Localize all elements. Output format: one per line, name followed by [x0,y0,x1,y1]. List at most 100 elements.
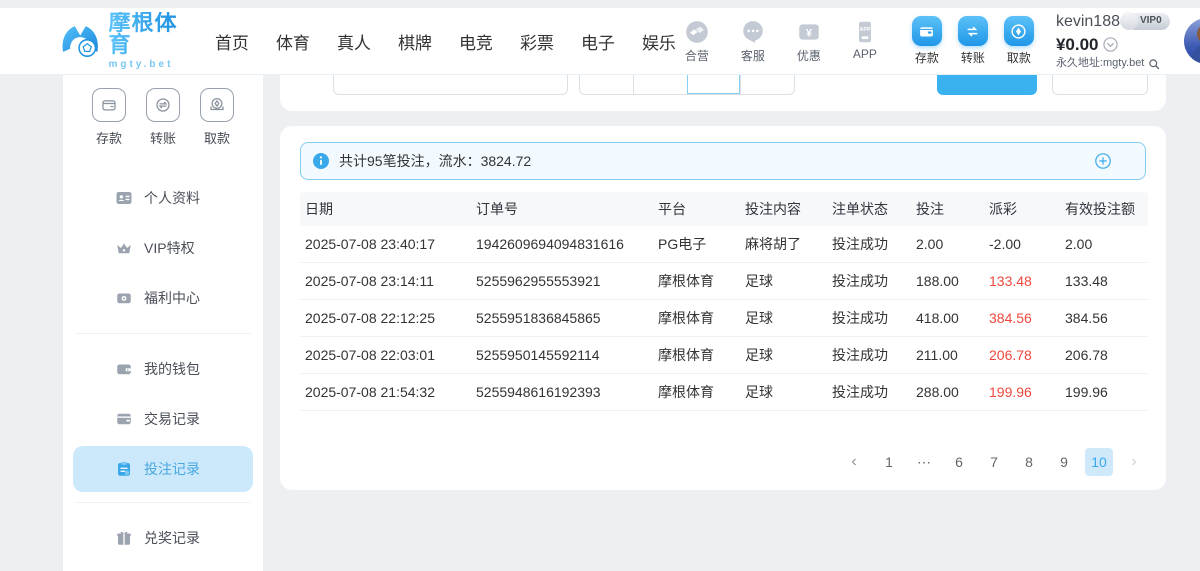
withdraw-button[interactable]: 取款 [1004,16,1034,66]
sidebar-deposit-button[interactable]: 存款 [92,88,126,147]
date-range-input[interactable] [333,75,568,95]
date-tab-2[interactable] [633,75,687,94]
sidebar-withdraw-button[interactable]: 取款 [200,88,234,147]
svg-text:¥: ¥ [806,27,812,39]
cell-order-id: 1942609694094831616 [471,236,653,252]
username[interactable]: kevin188 [1056,12,1120,32]
pagination-page-10-active[interactable]: 10 [1085,448,1113,476]
promo-icon: ¥ [796,19,822,45]
cell-status: 投注成功 [827,234,911,254]
promotions-button[interactable]: ¥ 优惠 [788,19,830,64]
table-row: 2025-07-08 23:14:11 5255962955553921 摩根体… [300,263,1148,300]
cell-platform: 摩根体育 [653,308,740,328]
cell-bet-content: 足球 [740,308,827,328]
logo-football-icon [60,20,100,62]
search-icon[interactable] [1148,58,1160,70]
bet-records-icon [115,460,133,478]
nav-live-casino[interactable]: 真人 [337,29,371,54]
cell-bet-content: 足球 [740,382,827,402]
vip-badge: VIP0 [1126,13,1170,30]
col-valid-bet: 有效投注额 [1060,199,1148,219]
permanent-address: 永久地址:mgty.bet [1056,57,1144,71]
deposit-outline-icon [92,88,126,122]
svg-text:APP: APP [859,26,871,32]
nav-esports[interactable]: 电竞 [459,29,493,54]
wallet-icon [115,360,133,378]
pagination-page-1[interactable]: 1 [875,448,903,476]
pagination-page-9[interactable]: 9 [1050,448,1078,476]
menu-separator [75,502,251,503]
balance-refresh-chevron-icon[interactable] [1103,37,1118,52]
nav-home[interactable]: 首页 [215,29,249,54]
table-row: 2025-07-08 22:12:25 5255951836845865 摩根体… [300,300,1148,337]
sidebar-transfer-button[interactable]: 转账 [146,88,180,147]
cell-status: 投注成功 [827,308,911,328]
customer-service-button[interactable]: 客服 [732,19,774,64]
pagination-prev[interactable]: ‹ [840,448,868,476]
welfare-icon [115,289,133,307]
transfer-button[interactable]: 转账 [958,16,988,66]
table-row: 2025-07-08 22:03:01 5255950145592114 摩根体… [300,337,1148,374]
cell-order-id: 5255948616192393 [471,384,653,400]
cell-status: 投注成功 [827,271,911,291]
summary-text: 共计95笔投注，流水：3824.72 [339,151,531,171]
pagination-page-8[interactable]: 8 [1015,448,1043,476]
pagination-ellipsis[interactable]: ⋯ [910,448,938,476]
summary-bar: 共计95笔投注，流水：3824.72 [300,142,1146,180]
date-tab-1[interactable] [580,75,633,94]
nav-entertainment[interactable]: 娱乐 [642,29,676,54]
cell-valid-bet: 2.00 [1060,236,1148,252]
cell-platform: 摩根体育 [653,345,740,365]
nav-lottery[interactable]: 彩票 [520,29,554,54]
app-download-button[interactable]: APP APP [844,19,886,64]
cell-stake: 2.00 [911,236,984,252]
query-button[interactable] [937,75,1037,95]
sidebar-item-prize-records[interactable]: 兑奖记录 [63,513,263,563]
pagination-page-6[interactable]: 6 [945,448,973,476]
pagination-page-7[interactable]: 7 [980,448,1008,476]
nav-sports[interactable]: 体育 [276,29,310,54]
sidebar-item-bet-records[interactable]: 投注记录 [73,446,253,492]
sidebar-item-welfare[interactable]: 福利中心 [63,273,263,323]
sidebar-item-vip[interactable]: VIP特权 [63,223,263,273]
cell-valid-bet: 384.56 [1060,310,1148,326]
pagination-next[interactable]: › [1120,448,1148,476]
cell-valid-bet: 133.48 [1060,273,1148,289]
brand-subtitle: mgty.bet [108,60,182,70]
info-icon [313,153,329,169]
deposit-button[interactable]: 存款 [912,16,942,66]
col-status: 注单状态 [827,199,911,219]
nav-cards[interactable]: 棋牌 [398,29,432,54]
search-filter-panel [280,75,1166,111]
sidebar: 存款 转账 取款 个人资料 VIP特权 福利中心 [63,75,263,571]
wallet-action-group: 存款 转账 取款 [912,16,1034,66]
user-avatar[interactable] [1184,18,1200,64]
crown-icon [115,239,133,257]
date-tab-3-selected[interactable] [687,75,741,94]
cell-payout: 133.48 [984,273,1060,289]
sidebar-item-wallet[interactable]: 我的钱包 [63,344,263,394]
balance-amount: ¥0.00 [1056,34,1099,55]
date-tab-4[interactable] [740,75,794,94]
sidebar-item-transactions[interactable]: 交易记录 [63,394,263,444]
cell-bet-content: 足球 [740,271,827,291]
cell-status: 投注成功 [827,345,911,365]
date-quick-tabs [579,75,795,95]
cell-order-id: 5255950145592114 [471,347,653,363]
nav-slots[interactable]: 电子 [581,29,615,54]
transfer-outline-icon [146,88,180,122]
cell-payout: -2.00 [984,236,1060,252]
bet-records-card: 共计95笔投注，流水：3824.72 日期 订单号 平台 投注内容 注单状态 投… [280,126,1166,490]
sidebar-item-profile[interactable]: 个人资料 [63,173,263,223]
col-date: 日期 [300,199,471,219]
reset-button[interactable] [1052,75,1148,95]
brand-title: 摩根体育 [108,12,182,56]
cell-bet-content: 麻将胡了 [740,234,827,254]
cell-payout: 199.96 [984,384,1060,400]
cell-date: 2025-07-08 22:12:25 [300,310,471,326]
expand-plus-icon[interactable] [1095,153,1111,169]
cell-stake: 418.00 [911,310,984,326]
top-header: 摩根体育 mgty.bet 首页 体育 真人 棋牌 电竞 彩票 电子 娱乐 合营 [0,8,1200,75]
brand-logo[interactable]: 摩根体育 mgty.bet [60,12,183,70]
partnership-button[interactable]: 合营 [676,19,718,64]
